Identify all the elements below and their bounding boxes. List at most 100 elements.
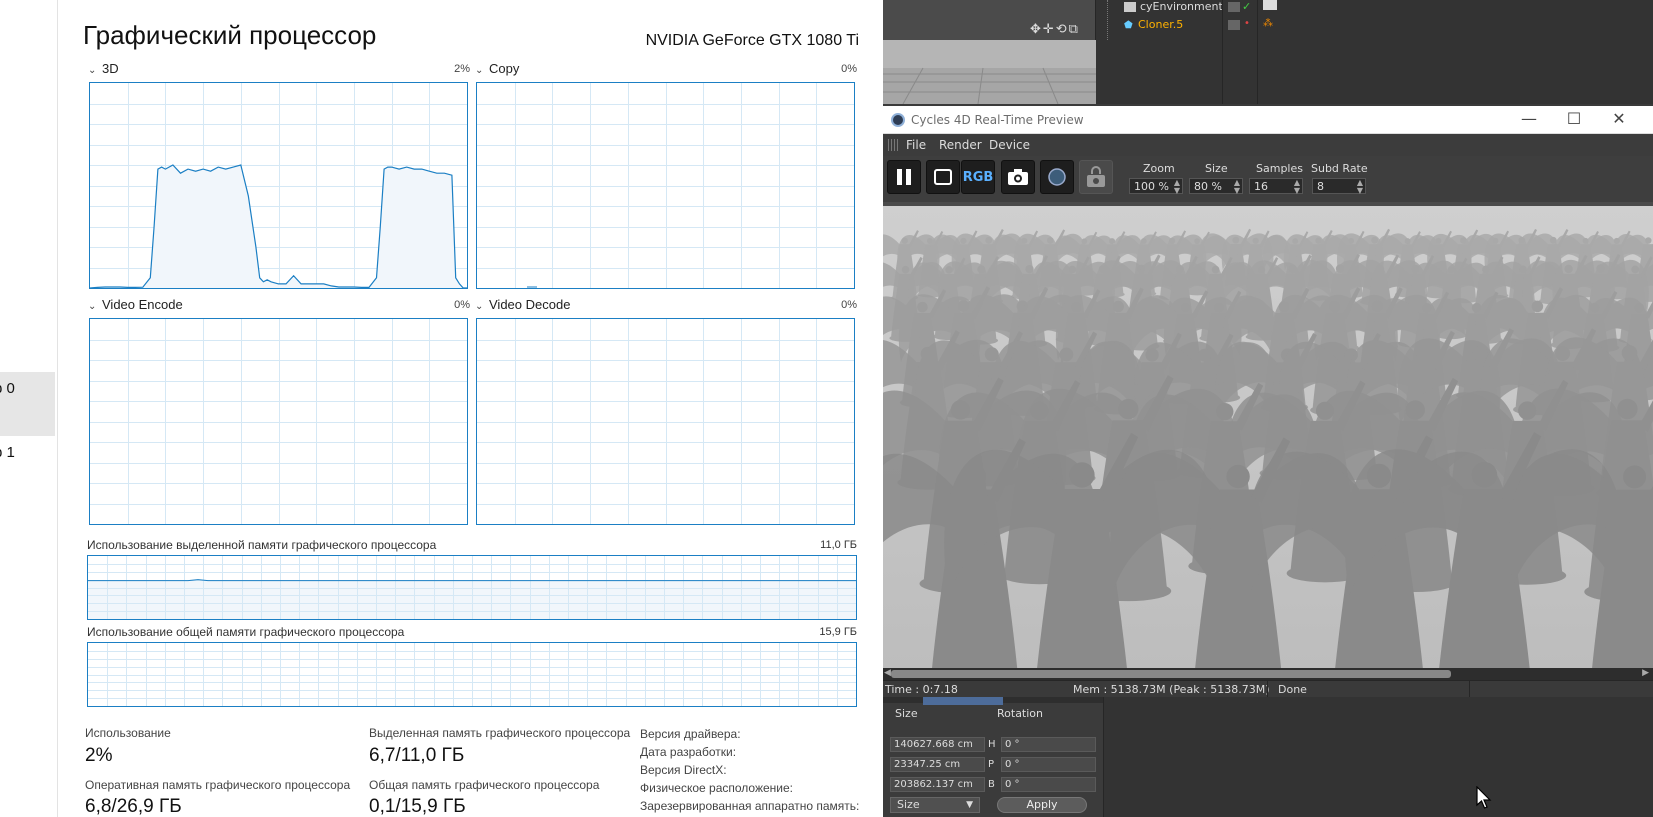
- usage-area: [90, 165, 467, 288]
- gpu-ram-value: 6,8/26,9 ГБ: [85, 796, 182, 817]
- camera-icon: [1002, 161, 1034, 193]
- statue-head: [1216, 403, 1234, 421]
- statue-head: [1531, 300, 1544, 313]
- horizontal-scrollbar[interactable]: ▶ ◀: [883, 668, 1653, 680]
- statue-head: [1645, 237, 1652, 244]
- viewport-nav-icons[interactable]: ✥✛⟲⧉: [1030, 22, 1080, 37]
- scroll-left-icon[interactable]: ◀: [884, 668, 891, 678]
- tag-icon[interactable]: ⁂: [1263, 18, 1273, 29]
- cycles-preview-window: Cycles 4D Real-Time Preview — ☐ ✕ File R…: [883, 106, 1653, 698]
- menu-render[interactable]: Render: [939, 138, 982, 152]
- size-label: Size: [1205, 162, 1228, 175]
- render-viewport[interactable]: [883, 206, 1653, 668]
- object-row-cloner[interactable]: ⬟ Cloner.5: [1124, 18, 1183, 31]
- engine-selector-copy[interactable]: ⌄ Copy: [475, 61, 519, 76]
- pause-button[interactable]: [887, 160, 921, 194]
- dedicated-memory-stat-label: Выделенная память графического процессор…: [369, 726, 631, 740]
- engine-percent-3d: 2%: [454, 63, 470, 75]
- check-icon[interactable]: ✓: [1242, 0, 1251, 13]
- sidebar-item-gpu-0[interactable]: р 0: [0, 372, 55, 436]
- statue-head: [977, 265, 986, 274]
- minimize-button[interactable]: —: [1509, 109, 1549, 131]
- rgb-label: RGB: [962, 169, 994, 185]
- rotation-b-field[interactable]: 0 °: [1001, 777, 1096, 792]
- gpu-sidebar: р 0 р 1: [0, 0, 58, 817]
- engine-selector-video-decode[interactable]: ⌄ Video Decode: [475, 297, 570, 312]
- chevron-down-icon: ⌄: [88, 65, 97, 76]
- samples-field[interactable]: 16 ▲ ▼: [1249, 178, 1303, 195]
- window-title: Cycles 4D Real-Time Preview: [911, 113, 1084, 127]
- menu-device[interactable]: Device: [989, 138, 1030, 152]
- size-y-field[interactable]: 23347.25 cm: [890, 757, 985, 772]
- sidebar-item-label: р 1: [0, 444, 15, 461]
- size-field[interactable]: 80 % ▲ ▼: [1189, 178, 1243, 195]
- menubar: File Render Device: [883, 134, 1653, 156]
- grip-icon[interactable]: [888, 139, 898, 151]
- statue-head: [1046, 237, 1054, 244]
- window-titlebar[interactable]: Cycles 4D Real-Time Preview — ☐ ✕: [883, 106, 1653, 134]
- stepper-arrows-icon: ▲ ▼: [1356, 178, 1363, 195]
- graph-copy-grid: [477, 83, 854, 288]
- rgb-button[interactable]: RGB: [961, 160, 995, 194]
- camera-lock-button[interactable]: [1079, 160, 1113, 194]
- apply-button[interactable]: Apply: [997, 797, 1087, 813]
- region-button[interactable]: [926, 160, 960, 194]
- render-state: Done: [1278, 683, 1307, 696]
- visibility-toggle-icon[interactable]: [1228, 20, 1240, 30]
- rotation-h-field[interactable]: 0 °: [1001, 737, 1096, 752]
- c4d-viewport-canvas[interactable]: [883, 40, 1096, 104]
- mode-icons[interactable]: [923, 697, 1003, 705]
- c4d-empty-panel: [1103, 697, 1653, 817]
- menu-file[interactable]: File: [906, 138, 926, 152]
- pause-icon: [888, 161, 920, 193]
- render-image: [883, 206, 1653, 668]
- dedicated-memory-max: 11,0 ГБ: [820, 539, 857, 551]
- statue-head: [1631, 265, 1640, 274]
- graph-copy: [476, 82, 855, 289]
- usage-value: 2%: [85, 745, 113, 766]
- c4d-object-manager: cyEnvironment ⬟ Cloner.5 ✓ • ⁂: [1096, 0, 1653, 104]
- rotation-p-field[interactable]: 0 °: [1001, 757, 1096, 772]
- c4d-attribute-panel: Size Rotation 140627.668 cm H 0 ° 23347.…: [883, 697, 1103, 817]
- statue-head: [1118, 398, 1139, 420]
- shared-memory-label: Использование общей памяти графического …: [87, 625, 405, 639]
- visibility-toggle-icon[interactable]: [1228, 2, 1240, 12]
- zoom-field[interactable]: 100 % ▲ ▼: [1129, 178, 1183, 195]
- statue-head: [985, 236, 993, 244]
- shared-memory-stat-label: Общая память графического процессора: [369, 778, 600, 792]
- engine-selector-video-encode[interactable]: ⌄ Video Encode: [88, 297, 183, 312]
- statue-head: [1634, 302, 1645, 313]
- sidebar-item-label: р 0: [0, 380, 15, 397]
- maximize-button[interactable]: ☐: [1554, 109, 1594, 131]
- physical-location-label: Физическое расположение:: [640, 781, 793, 795]
- statue-head: [1371, 236, 1379, 244]
- record-button[interactable]: [1040, 160, 1074, 194]
- zoom-label: Zoom: [1143, 162, 1175, 175]
- object-row-cyenvironment[interactable]: cyEnvironment: [1124, 0, 1223, 13]
- mode-dropdown[interactable]: Size ▼: [890, 797, 980, 813]
- cloner-icon: ⬟: [1124, 20, 1133, 31]
- engine-percent-video-decode: 0%: [841, 299, 857, 311]
- size-x-field[interactable]: 140627.668 cm: [890, 737, 985, 752]
- size-z-field[interactable]: 203862.137 cm: [890, 777, 985, 792]
- statue-head: [1194, 238, 1200, 245]
- scroll-right-icon[interactable]: ▶: [1642, 668, 1649, 678]
- graph-video-decode-grid: [477, 319, 854, 524]
- graph-video-encode: [89, 318, 468, 525]
- render-dot-icon[interactable]: •: [1244, 18, 1250, 29]
- statue-head: [1069, 462, 1095, 488]
- region-icon: [927, 161, 959, 193]
- statue-head: [1623, 465, 1647, 489]
- close-button[interactable]: ✕: [1599, 109, 1639, 131]
- subd-rate-field[interactable]: 8 ▲ ▼: [1312, 178, 1366, 195]
- tag-icon[interactable]: [1263, 0, 1277, 10]
- sidebar-item-gpu-1[interactable]: р 1: [0, 436, 55, 500]
- gpu-model-name: NVIDIA GeForce GTX 1080 Ti: [645, 32, 859, 49]
- scrollbar-thumb[interactable]: [891, 670, 1451, 678]
- snapshot-button[interactable]: [1001, 160, 1035, 194]
- cycles-logo-icon: [891, 113, 905, 127]
- chevron-down-icon: ⌄: [88, 301, 97, 312]
- engine-selector-3d[interactable]: ⌄ 3D: [88, 61, 119, 76]
- dedicated-memory-stat-value: 6,7/11,0 ГБ: [369, 745, 465, 766]
- statue-head: [1025, 264, 1034, 274]
